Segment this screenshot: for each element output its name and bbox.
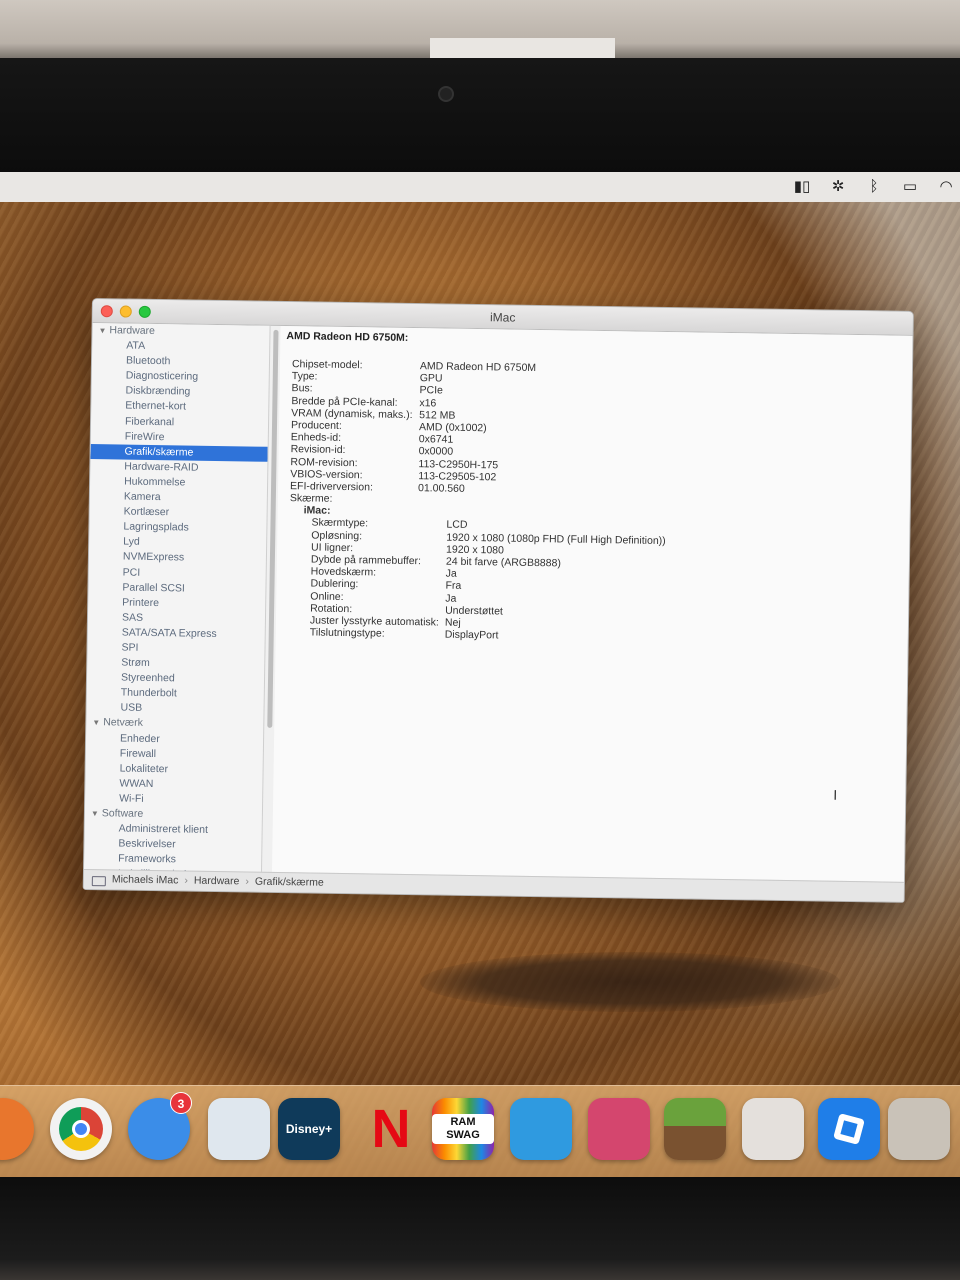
property-value: Fra — [445, 579, 462, 593]
fan-icon[interactable]: ✲ — [828, 177, 848, 197]
bird-app-icon[interactable] — [510, 1098, 572, 1160]
gpu-properties: Chipset-model: AMD Radeon HD 6750M Type: GP… — [284, 358, 912, 514]
disclosure-triangle-icon[interactable]: ▼ — [91, 806, 99, 821]
property-value: GPU — [419, 372, 443, 385]
rainbow-app-icon[interactable]: RAM SWAG — [432, 1098, 494, 1160]
messages-badge: 3 — [170, 1092, 192, 1114]
monitor-bezel-top — [0, 58, 960, 176]
minecraft-icon[interactable] — [664, 1098, 726, 1160]
wifi-icon[interactable]: ◠ — [936, 177, 956, 197]
netflix-label: N — [371, 1099, 411, 1159]
sidebar: ▼ Hardware ATA Bluetooth Diagnosticering Disk… — [83, 323, 271, 874]
system-information-window: iMac ▼ Hardware ATA Bluetooth Diagnosticerin… — [82, 298, 914, 903]
books-icon[interactable] — [0, 1098, 34, 1160]
webcam — [438, 86, 454, 102]
messages-icon[interactable]: 3 — [128, 1092, 192, 1160]
property-value: 1920 x 1080 — [446, 543, 504, 557]
monitor-bezel-bottom — [0, 1177, 960, 1280]
text-cursor-icon: I — [833, 786, 838, 803]
property-value: Understøttet — [445, 604, 504, 618]
property-value: Ja — [445, 592, 457, 605]
sidebar-group-label: Hardware — [109, 324, 156, 337]
path-computer[interactable]: Michaels iMac — [112, 870, 179, 890]
disclosure-triangle-icon[interactable]: ▼ — [92, 715, 100, 730]
property-value: LCD — [446, 519, 468, 532]
dock: 3 Disney+ N RAM SWAG — [0, 1085, 960, 1177]
computer-icon — [91, 875, 106, 886]
path-separator: › — [184, 874, 188, 887]
sidebar-group-hardware[interactable]: ▼ Hardware — [92, 323, 269, 341]
bluetooth-icon[interactable]: ᛒ — [864, 177, 884, 197]
claw-app-icon[interactable] — [888, 1098, 950, 1160]
sidebar-group-netværk[interactable]: ▼ Netværk — [86, 715, 263, 733]
path-section[interactable]: Hardware — [194, 872, 240, 892]
netflix-icon[interactable]: N — [360, 1098, 422, 1160]
property-value: 0x6741 — [418, 433, 454, 446]
chrome-icon[interactable] — [50, 1098, 112, 1160]
property-key: Tilslutningstype: — [309, 626, 385, 640]
activity-icon[interactable]: ▮▯ — [792, 177, 812, 197]
clips-app-icon[interactable] — [588, 1098, 650, 1160]
sidebar-group-label: Software — [101, 807, 144, 820]
disney-plus-label: Disney+ — [285, 1121, 333, 1136]
mail-icon[interactable] — [208, 1098, 270, 1160]
property-value: PCIe — [419, 384, 444, 397]
path-separator: › — [245, 875, 250, 888]
brick-app-icon[interactable] — [742, 1098, 804, 1160]
property-value: 01.00.560 — [417, 482, 465, 495]
disclosure-triangle-icon[interactable]: ▼ — [98, 323, 106, 338]
display-properties: Skærmtype: LCD Opløsning: 1920 x 1080 (1080… — [282, 516, 910, 648]
property-value: DisplayPort — [444, 628, 499, 642]
roblox-icon[interactable] — [818, 1098, 880, 1160]
property-value: Nej — [444, 616, 461, 629]
menu-bar: ▮▯ ✲ ᛒ ▭ ◠ — [0, 172, 960, 202]
sidebar-group-label: Netværk — [103, 716, 144, 730]
rainbow-app-label: RAM SWAG — [432, 1114, 494, 1144]
property-value: AMD (0x1002) — [418, 421, 487, 435]
property-value: x16 — [419, 396, 437, 409]
detail-pane: AMD Radeon HD 6750M: Chipset-model: AMD R… — [271, 325, 913, 884]
wallpaper-lion-mouth — [420, 952, 840, 1012]
path-page[interactable]: Grafik/skærme — [255, 873, 324, 893]
airplay-icon[interactable]: ▭ — [900, 177, 920, 197]
sidebar-group-software[interactable]: ▼ Software — [85, 806, 262, 824]
disney-plus-icon[interactable]: Disney+ — [278, 1098, 340, 1160]
property-value: Ja — [445, 567, 457, 580]
property-value: 0x0000 — [418, 445, 454, 459]
property-value: 512 MB — [419, 408, 456, 422]
property-value: 24 bit farve (ARGB8888) — [445, 555, 561, 570]
